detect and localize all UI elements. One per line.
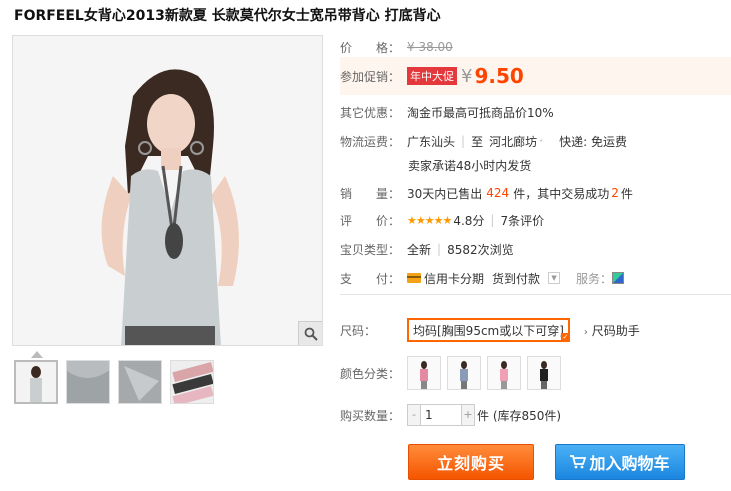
ship-note: 卖家承诺48小时内发货 bbox=[408, 158, 532, 173]
size-option-selected[interactable]: 均码[胸围95cm或以下可穿] ✓ bbox=[407, 318, 570, 342]
size-option-text: 均码[胸围95cm或以下可穿] bbox=[413, 323, 564, 338]
color-option-1[interactable] bbox=[407, 356, 441, 390]
quantity-minus-button[interactable]: - bbox=[407, 404, 421, 426]
thumbnail-3[interactable] bbox=[118, 360, 162, 404]
add-to-cart-button[interactable]: 加入购物车 bbox=[555, 444, 685, 480]
promo-tag: 年中大促 bbox=[407, 67, 457, 85]
quantity-input[interactable]: 1 bbox=[421, 404, 461, 426]
price-label: 价 格： bbox=[340, 40, 401, 55]
sales-sold: 424 bbox=[486, 186, 510, 200]
separator: | bbox=[461, 134, 466, 148]
shipping-label: 物流运费： bbox=[340, 134, 401, 149]
original-price: ¥ 38.00 bbox=[407, 40, 453, 54]
chevron-down-icon[interactable]: ▼ bbox=[548, 272, 561, 284]
credit-card-icon bbox=[407, 273, 421, 283]
product-info-panel: 价 格： ¥ 38.00 参加促销： 年中大促 ¥ 9.50 其它优惠： 淘金币… bbox=[340, 0, 731, 491]
rating-score: 4.8分 bbox=[453, 213, 485, 228]
quantity-row: 购买数量： - 1 + 件 (库存850件) bbox=[340, 404, 561, 426]
cart-icon bbox=[570, 455, 587, 469]
service-label: 服务： bbox=[576, 271, 613, 286]
size-help-link[interactable]: › 尺码助手 bbox=[584, 322, 640, 339]
thumbnail-1[interactable] bbox=[14, 360, 58, 404]
item-type-label: 宝贝类型： bbox=[340, 242, 401, 257]
promo-row: 参加促销： 年中大促 ¥ 9.50 bbox=[340, 62, 524, 90]
add-to-cart-label: 加入购物车 bbox=[589, 454, 670, 473]
main-product-image[interactable] bbox=[12, 35, 323, 346]
magnifier-icon bbox=[304, 327, 318, 341]
chevron-down-icon: ˅ bbox=[539, 138, 544, 148]
thumbnail-2[interactable] bbox=[66, 360, 110, 404]
price-row: 价 格： ¥ 38.00 bbox=[340, 38, 453, 56]
sales-suffix: 件 bbox=[620, 186, 633, 201]
sales-row: 销 量： 30天内已售出 424 件，其中交易成功 2 件 bbox=[340, 184, 633, 202]
rating-label: 评 价： bbox=[340, 213, 401, 228]
ship-method: 快递: 免运费 bbox=[559, 134, 627, 149]
zoom-button[interactable] bbox=[298, 321, 322, 345]
item-condition: 全新 bbox=[407, 242, 432, 257]
size-label: 尺码： bbox=[340, 323, 377, 338]
sales-success: 2 bbox=[611, 186, 619, 200]
discount-row: 其它优惠： 淘金币最高可抵商品价10% bbox=[340, 103, 554, 121]
model-photo bbox=[13, 36, 322, 345]
item-type-row: 宝贝类型： 全新 | 8582次浏览 bbox=[340, 240, 514, 258]
ship-to: 河北廊坊 bbox=[489, 134, 538, 149]
size-help-text: 尺码助手 bbox=[591, 323, 640, 338]
chevron-right-icon: › bbox=[583, 326, 588, 338]
quantity-stepper: - 1 + bbox=[407, 404, 475, 426]
check-icon: ✓ bbox=[560, 333, 570, 342]
ship-to-prefix: 至 bbox=[471, 134, 484, 149]
thumbnail-4[interactable] bbox=[170, 360, 214, 404]
promo-currency: ¥ bbox=[461, 65, 473, 87]
size-row: 尺码： 均码[胸围95cm或以下可穿] ✓ › 尺码助手 bbox=[340, 317, 640, 343]
discount-text: 淘金币最高可抵商品价10% bbox=[407, 105, 554, 120]
thumb-selected-arrow bbox=[31, 351, 43, 358]
shipping-note-row: 卖家承诺48小时内发货 bbox=[408, 156, 531, 174]
payment-cod[interactable]: 货到付款 bbox=[492, 270, 540, 287]
color-label: 颜色分类： bbox=[340, 366, 401, 381]
stock-text: 件 (库存850件) bbox=[477, 408, 562, 423]
sales-label: 销 量： bbox=[340, 186, 401, 201]
discount-label: 其它优惠： bbox=[340, 105, 401, 120]
sales-middle: 件，其中交易成功 bbox=[513, 186, 610, 201]
separator: | bbox=[490, 213, 495, 227]
ship-from: 广东汕头 bbox=[407, 134, 456, 149]
color-option-2[interactable] bbox=[447, 356, 481, 390]
payment-credit[interactable]: 信用卡分期 bbox=[424, 270, 484, 287]
payment-row: 支 付： 信用卡分期 货到付款 ▼ 服务： bbox=[340, 269, 625, 287]
ship-to-selector[interactable]: 河北廊坊 ˅ bbox=[489, 133, 543, 150]
item-views: 8582次浏览 bbox=[447, 242, 514, 257]
promo-price: 9.50 bbox=[474, 64, 524, 88]
sales-prefix: 30天内已售出 bbox=[407, 186, 483, 201]
quantity-plus-button[interactable]: + bbox=[461, 404, 475, 426]
quantity-label: 购买数量： bbox=[340, 408, 401, 423]
rating-stars: ★★★★★ bbox=[407, 213, 452, 227]
promo-label: 参加促销： bbox=[340, 69, 401, 84]
color-option-4[interactable] bbox=[527, 356, 561, 390]
divider bbox=[340, 294, 731, 295]
color-option-3[interactable] bbox=[487, 356, 521, 390]
service-badge-icon[interactable] bbox=[612, 272, 625, 284]
separator: | bbox=[437, 242, 442, 256]
buy-now-button[interactable]: 立刻购买 bbox=[408, 444, 534, 480]
color-row: 颜色分类： bbox=[340, 356, 567, 390]
rating-row: 评 价： ★★★★★ 4.8分 | 7条评价 bbox=[340, 211, 544, 229]
shipping-row: 物流运费： 广东汕头 | 至 河北廊坊 ˅ 快递: 免运费 bbox=[340, 132, 627, 150]
payment-label: 支 付： bbox=[340, 271, 401, 286]
thumbnail-strip bbox=[14, 360, 214, 404]
reviews-link[interactable]: 7条评价 bbox=[500, 212, 544, 229]
